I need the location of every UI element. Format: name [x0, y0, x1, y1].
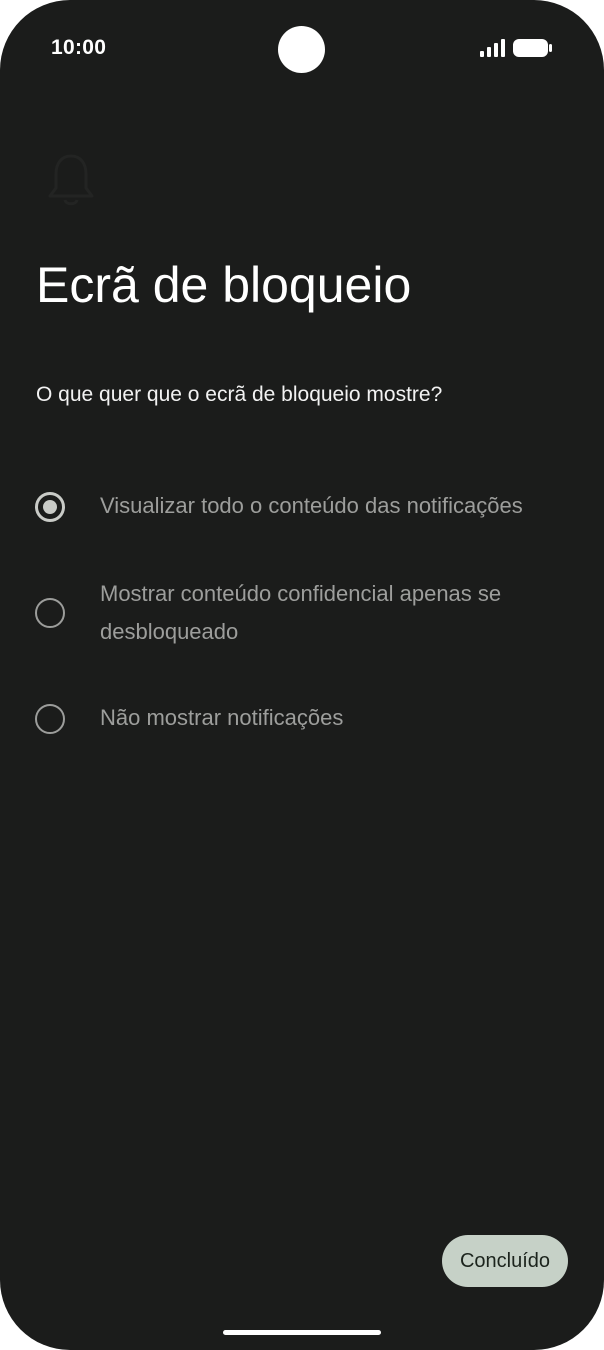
done-button[interactable]: Concluído [442, 1235, 568, 1287]
page-title: Ecrã de bloqueio [36, 257, 412, 313]
home-indicator[interactable] [223, 1330, 381, 1335]
bell-icon [48, 154, 94, 206]
signal-icon [480, 39, 505, 57]
radio-no-notifications[interactable] [35, 704, 65, 734]
status-time: 10:00 [51, 36, 107, 59]
radio-dot [43, 500, 57, 514]
radio-show-all[interactable] [35, 492, 65, 522]
battery-icon [513, 39, 552, 57]
camera-cutout [278, 26, 325, 73]
question-text: O que quer que o ecrã de bloqueio mostre… [36, 383, 443, 406]
status-bar: 10:00 [0, 0, 604, 96]
option-label-no-notifications[interactable]: Não mostrar notificações [100, 699, 570, 737]
radio-hide-sensitive[interactable] [35, 598, 65, 628]
phone-screen: 10:00 Ecrã de bloqueio O que quer que o … [0, 0, 604, 1350]
option-label-show-all[interactable]: Visualizar todo o conteúdo das notificaç… [100, 487, 570, 525]
option-label-hide-sensitive[interactable]: Mostrar conteúdo confidencial apenas se … [100, 575, 570, 651]
